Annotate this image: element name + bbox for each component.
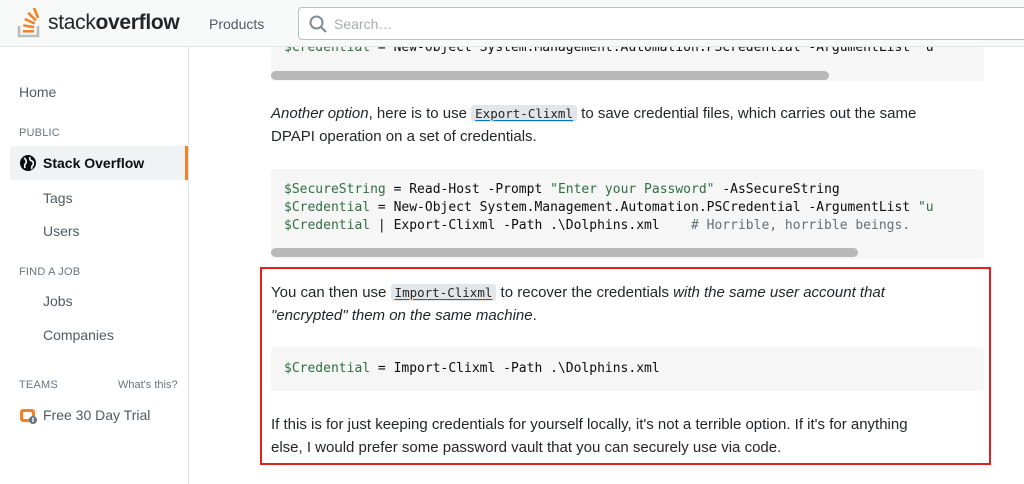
code-line: $Credential = New-Object System.Manageme… [284,200,934,215]
sidebar-item-users[interactable]: Users [43,223,80,239]
code-line: $Credential | Export-Clixml -Path .\Dolp… [284,218,911,233]
code-horizontal-scrollbar[interactable] [271,71,829,80]
paragraph-line: Another option, here is to use Export-Cl… [271,105,917,122]
paragraph-line: If this is for just keeping credentials … [271,416,908,433]
sidebar-item-tags[interactable]: Tags [43,190,73,206]
stack-overflow-logo[interactable]: stackoverflow [17,7,180,39]
top-bar: stackoverflow Products Search… [0,0,1024,47]
sidebar-item-label: Free 30 Day Trial [43,407,151,423]
sidebar-item-stack-overflow[interactable]: Stack Overflow [10,146,188,180]
paragraph-another-option: Another option, here is to use Export-Cl… [271,102,983,148]
inline-code-export-clixml[interactable]: Export-Clixml [471,105,577,122]
code-block-export: $SecureString = Read-Host -Prompt "Enter… [271,169,984,259]
search-input[interactable]: Search… [298,7,1024,40]
code-horizontal-scrollbar[interactable] [271,248,858,257]
sidebar-item-label: Stack Overflow [43,155,145,171]
teams-briefcase-icon [20,409,37,424]
sidebar-item-jobs[interactable]: Jobs [43,293,73,309]
code-block-credential-top: $Credential = New-Object System.Manageme… [271,47,984,81]
globe-icon [20,155,36,171]
stack-overflow-logo-icon [17,8,40,38]
search-placeholder: Search… [334,16,393,32]
sidebar-item-free-trial[interactable]: Free 30 Day Trial [19,406,150,424]
section-heading-public: PUBLIC [19,127,60,139]
paragraph-line: else, I would prefer some password vault… [271,439,782,456]
section-heading-find-a-job: FIND A JOB [19,266,81,278]
search-icon [309,15,327,33]
logo-wordmark: stackoverflow [48,11,180,34]
paragraph-line: "encrypted" them on the same machine. [271,307,537,324]
whats-this-link[interactable]: What's this? [118,379,178,391]
products-menu[interactable]: Products [209,16,264,32]
sidebar-item-home[interactable]: Home [19,84,56,100]
code-line: $Credential = New-Object System.Manageme… [284,47,934,55]
answer-body: $Credential = New-Object System.Manageme… [189,47,1024,484]
code-line: $Credential = Import-Clixml -Path .\Dolp… [284,361,660,376]
code-block-import: $Credential = Import-Clixml -Path .\Dolp… [271,347,984,391]
section-heading-teams: TEAMS [19,379,58,391]
inline-code-import-clixml[interactable]: Import-Clixml [390,284,497,301]
paragraph-import-clixml: You can then use Import-Clixml to recove… [271,281,983,327]
paragraph-conclusion: If this is for just keeping credentials … [271,413,983,459]
code-line: $SecureString = Read-Host -Prompt "Enter… [284,182,840,197]
paragraph-line: DPAPI operation on a set of credentials. [271,128,537,145]
sidebar-item-companies[interactable]: Companies [43,327,114,343]
left-sidebar: Home PUBLIC Stack Overflow Tags Users FI… [0,47,189,484]
paragraph-line: You can then use Import-Clixml to recove… [271,284,885,301]
